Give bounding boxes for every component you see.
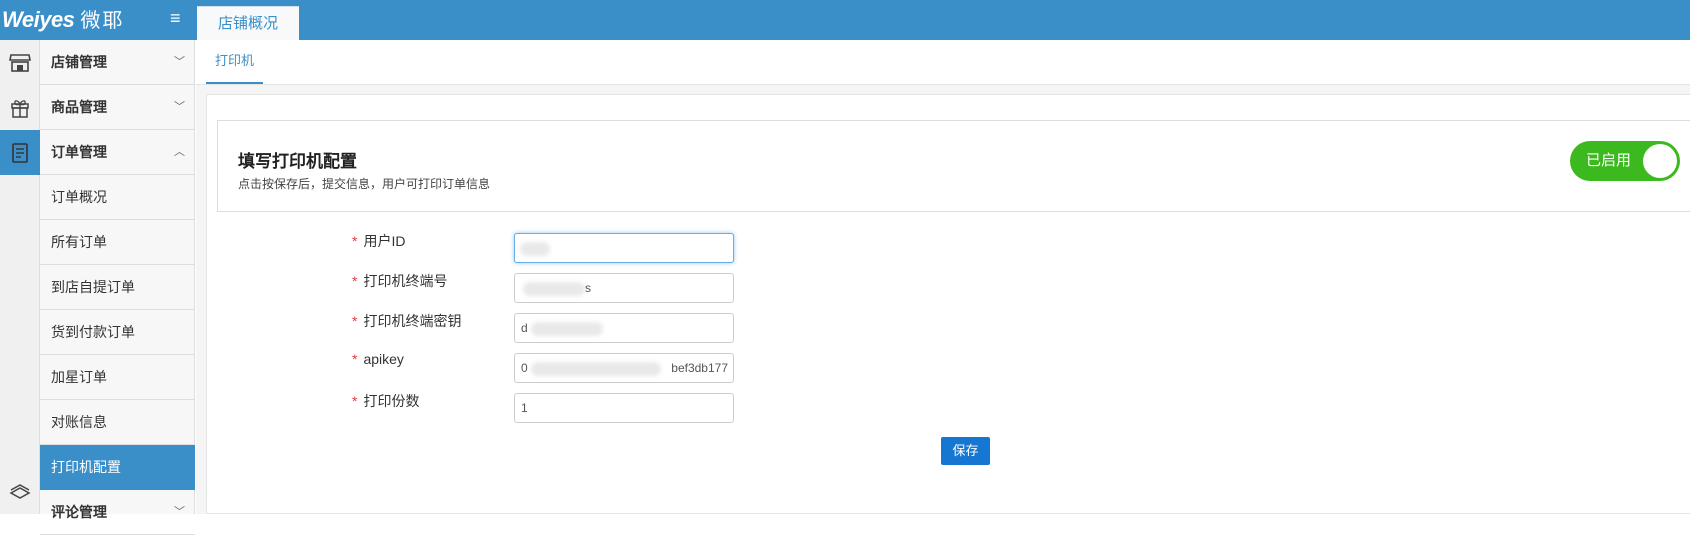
required-mark: *: [352, 351, 358, 367]
chevron-down-icon: ﹀: [174, 506, 185, 518]
form-row-terminal-no: * 打印机终端号 s: [207, 271, 1207, 303]
sub-nav: 打印机: [196, 40, 1690, 85]
enable-switch[interactable]: 已启用: [1570, 141, 1680, 181]
form-row-copies: * 打印份数 1: [207, 391, 1207, 423]
sidebar-group-orders[interactable]: 订单管理 ︿: [40, 130, 195, 175]
top-tab-store-overview[interactable]: 店铺概况: [197, 6, 299, 40]
sidebar-group-comments[interactable]: 评论管理 ﹀: [40, 490, 195, 535]
field-label-text: 用户ID: [363, 233, 406, 249]
form-row-terminal-key: * 打印机终端密钥 d: [207, 311, 1207, 343]
chevron-down-icon: ﹀: [174, 101, 185, 113]
sidebar-item-starred-orders[interactable]: 加星订单: [40, 355, 195, 400]
sidebar-group-label: 店铺管理: [51, 54, 107, 70]
config-subtitle: 点击按保存后，提交信息，用户可打印订单信息: [238, 177, 491, 191]
terminal-number-input[interactable]: s: [514, 273, 734, 303]
icon-rail: [0, 40, 40, 514]
form-row-apikey: * apikey 0 bef3db177: [207, 351, 1207, 383]
sidebar-item-all-orders[interactable]: 所有订单: [40, 220, 195, 265]
input-value: s: [585, 281, 591, 295]
main-content: 打印机 填写打印机配置 点击按保存后，提交信息，用户可打印订单信息 已启用 * 用…: [196, 40, 1690, 514]
sidebar-group-store[interactable]: 店铺管理 ﹀: [40, 40, 195, 85]
chevron-down-icon: ﹀: [174, 56, 185, 68]
sidebar-item-printer-config[interactable]: 打印机配置: [40, 445, 195, 490]
field-label: * apikey: [352, 351, 404, 367]
input-value: 0: [521, 361, 528, 375]
redacted-value: [531, 362, 661, 376]
save-button[interactable]: 保存: [941, 437, 990, 465]
sidebar-item-pickup-orders[interactable]: 到店自提订单: [40, 265, 195, 310]
field-label-text: 打印机终端密钥: [363, 313, 462, 329]
required-mark: *: [352, 393, 358, 409]
terminal-key-input[interactable]: d: [514, 313, 734, 343]
redacted-value: [523, 282, 585, 296]
config-header-box: 填写打印机配置 点击按保存后，提交信息，用户可打印订单信息 已启用: [217, 120, 1690, 212]
sidebar-group-label: 商品管理: [51, 99, 107, 115]
field-label: * 打印机终端密钥: [352, 311, 461, 331]
config-title: 填写打印机配置: [238, 152, 357, 171]
logo[interactable]: Weiyes 微耶: [2, 4, 124, 33]
field-label-text: 打印份数: [363, 393, 420, 409]
required-mark: *: [352, 233, 358, 249]
field-label: * 用户ID: [352, 231, 405, 251]
input-value-tail: bef3db177: [671, 361, 728, 375]
logo-cn-text: 微耶: [80, 10, 125, 32]
user-id-input[interactable]: [514, 233, 734, 263]
apikey-input[interactable]: 0 bef3db177: [514, 353, 734, 383]
input-value: 1: [521, 401, 528, 415]
chevron-up-icon: ︿: [174, 146, 185, 158]
redacted-value: [531, 322, 603, 336]
form-row-user-id: * 用户ID: [207, 231, 1207, 263]
sidebar-item-reconciliation[interactable]: 对账信息: [40, 400, 195, 445]
switch-knob: [1643, 144, 1677, 178]
sidebar-item-order-overview[interactable]: 订单概况: [40, 175, 195, 220]
sidebar-item-cod-orders[interactable]: 货到付款订单: [40, 310, 195, 355]
field-label-text: 打印机终端号: [363, 273, 448, 289]
input-value: d: [521, 321, 528, 335]
redacted-value: [520, 242, 550, 256]
tab-printer[interactable]: 打印机: [206, 40, 264, 84]
comment-icon[interactable]: [0, 466, 40, 511]
sidebar-group-label: 订单管理: [51, 144, 107, 160]
order-icon[interactable]: [0, 130, 40, 175]
switch-label: 已启用: [1586, 152, 1632, 169]
required-mark: *: [352, 273, 358, 289]
printer-panel: 填写打印机配置 点击按保存后，提交信息，用户可打印订单信息 已启用 * 用户ID …: [206, 94, 1690, 514]
logo-area: Weiyes 微耶 ≡: [0, 0, 195, 40]
field-label: * 打印份数: [352, 391, 419, 411]
gift-icon[interactable]: [0, 85, 40, 130]
field-label-text: apikey: [363, 351, 404, 367]
required-mark: *: [352, 313, 358, 329]
menu-toggle-icon[interactable]: ≡: [170, 8, 188, 28]
store-icon[interactable]: [0, 40, 40, 85]
print-copies-input[interactable]: 1: [514, 393, 734, 423]
sidebar-group-goods[interactable]: 商品管理 ﹀: [40, 85, 195, 130]
sidebar: 店铺管理 ﹀ 商品管理 ﹀ 订单管理 ︿ 订单概况 所有订单 到店自提订单 货到…: [40, 40, 195, 535]
top-bar: Weiyes 微耶 ≡ 店铺概况: [0, 0, 1690, 40]
sidebar-group-label: 评论管理: [51, 504, 107, 520]
logo-text: Weiyes: [2, 7, 75, 32]
field-label: * 打印机终端号: [352, 271, 447, 291]
